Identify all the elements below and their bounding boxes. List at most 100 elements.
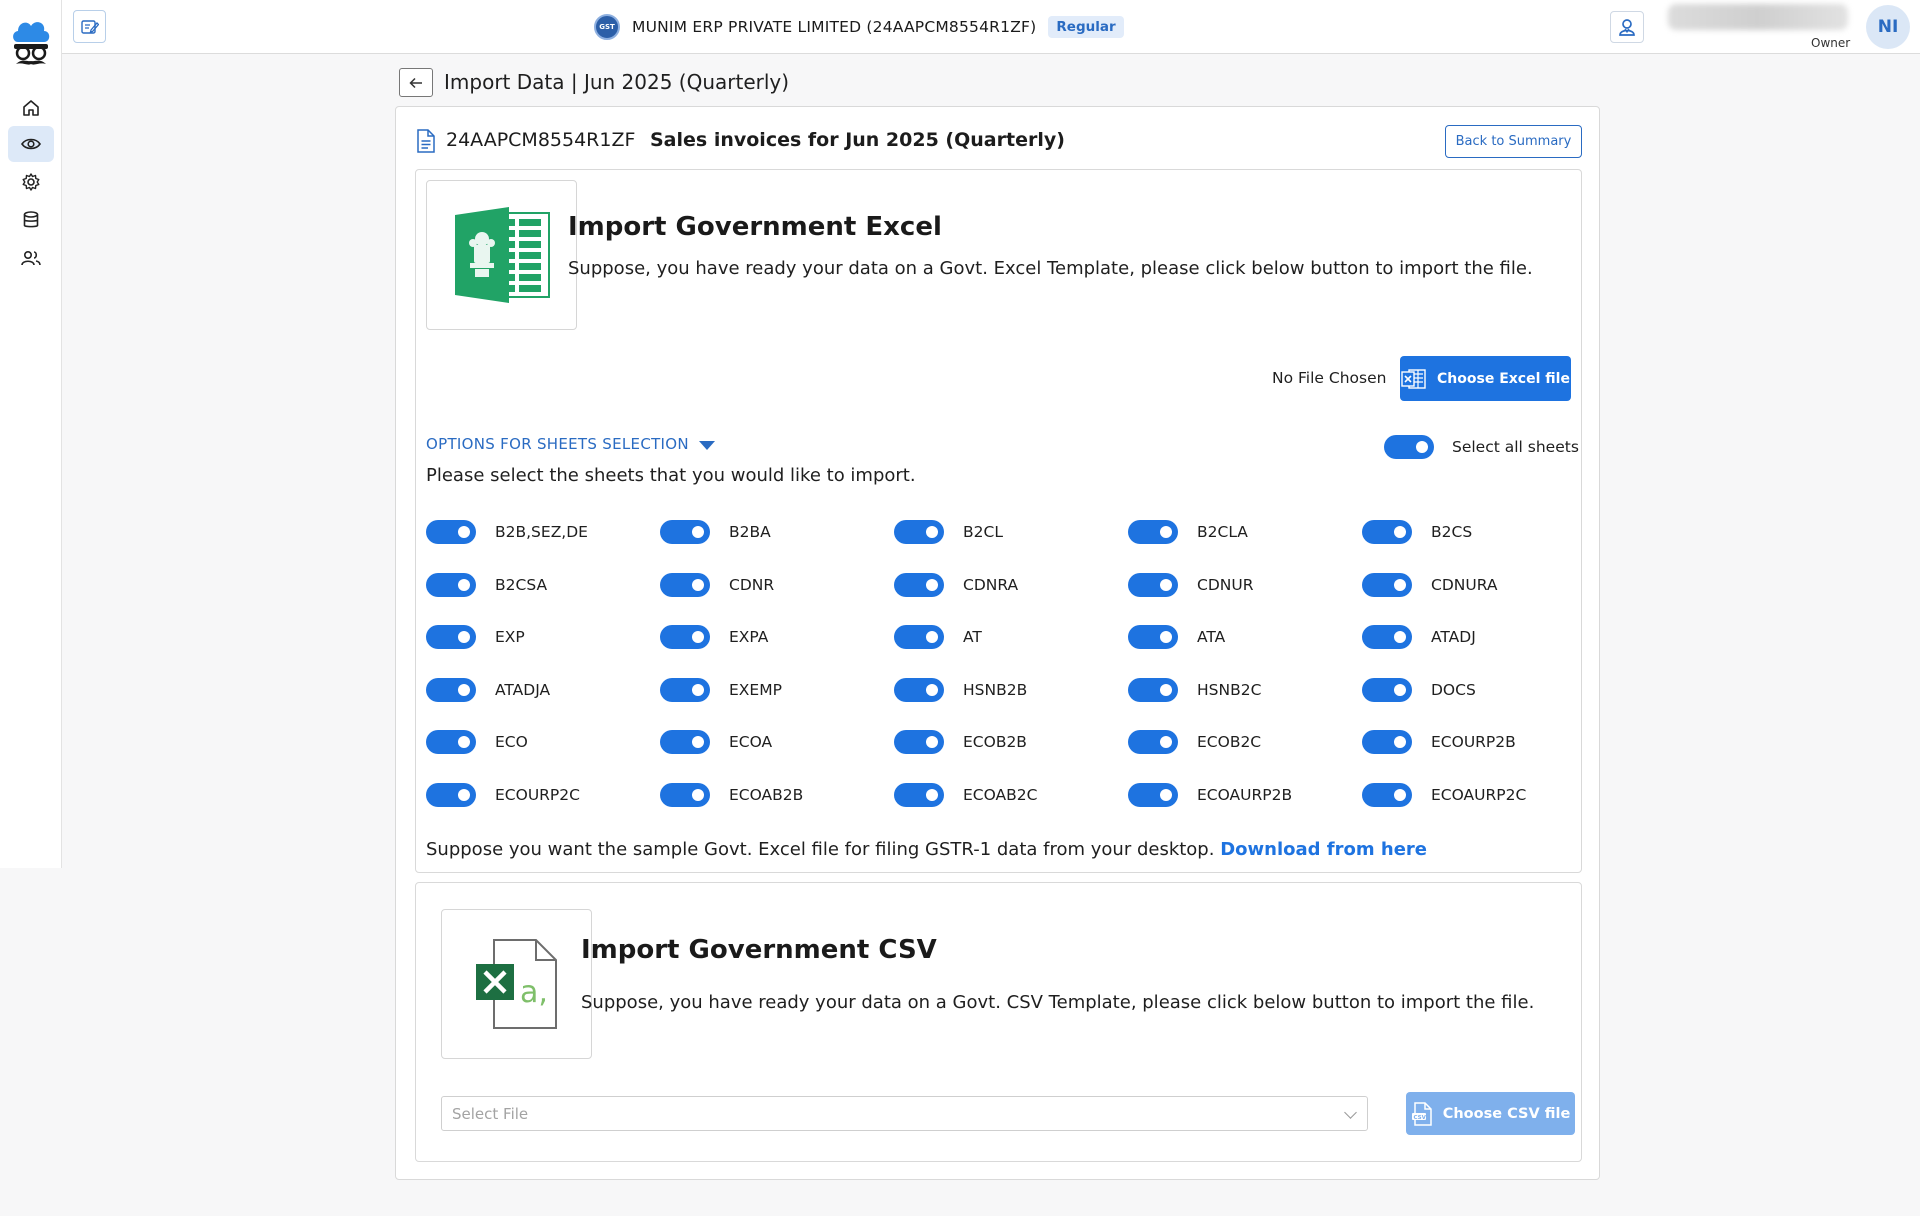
app-logo[interactable]: [10, 16, 52, 70]
sheet-item: ECOAB2C: [894, 782, 1128, 807]
sheet-item: B2BA: [660, 520, 894, 544]
sheet-toggle[interactable]: [1362, 625, 1412, 650]
import-container: 24AAPCM8554R1ZF Sales invoices for Jun 2…: [395, 106, 1600, 1180]
sheet-label: CDNR: [729, 575, 775, 594]
csv-import-card: a, Import Government CSV Suppose, you ha…: [415, 882, 1582, 1162]
sheet-item: DOCS: [1362, 677, 1596, 702]
sheet-item: EXPA: [660, 625, 894, 650]
download-sample-link[interactable]: Download from here: [1220, 839, 1427, 860]
database-icon: [23, 211, 39, 228]
select-file-placeholder: Select File: [452, 1104, 529, 1123]
sheet-toggle[interactable]: [1128, 782, 1178, 807]
sheet-options-toggle[interactable]: OPTIONS FOR SHEETS SELECTION: [426, 435, 715, 453]
sheet-item: EXEMP: [660, 677, 894, 702]
sheet-label: ECOB2C: [1197, 733, 1262, 752]
sheet-item: CDNURA: [1362, 572, 1596, 597]
sheet-toggle[interactable]: [426, 520, 476, 544]
sheet-toggle[interactable]: [1362, 677, 1412, 702]
sheet-toggle[interactable]: [660, 730, 710, 755]
sheet-toggle[interactable]: [660, 782, 710, 807]
sheet-toggle[interactable]: [894, 677, 944, 702]
sheet-toggle[interactable]: [426, 572, 476, 597]
govt-csv-icon: a,: [441, 909, 592, 1059]
sheet-toggle[interactable]: [426, 677, 476, 702]
page-title: Import Data | Jun 2025 (Quarterly): [444, 70, 790, 94]
sheet-item: ATADJA: [426, 677, 660, 702]
sheet-item: EXP: [426, 625, 660, 650]
company-info: GST MUNIM ERP PRIVATE LIMITED (24AAPCM85…: [594, 14, 1124, 40]
sheet-item: CDNRA: [894, 572, 1128, 597]
sheet-toggle[interactable]: [1128, 625, 1178, 650]
sheet-toggle[interactable]: [660, 572, 710, 597]
sheet-item: ECO: [426, 730, 660, 755]
sheet-label: ECOA: [729, 733, 773, 752]
sheet-toggle[interactable]: [894, 520, 944, 544]
sheet-toggle[interactable]: [1362, 782, 1412, 807]
users-icon: [21, 250, 41, 266]
sheet-item: ECOB2B: [894, 730, 1128, 755]
sheet-item: CDNR: [660, 572, 894, 597]
sheet-label: EXPA: [729, 628, 769, 647]
sheet-item: B2CS: [1362, 520, 1596, 544]
sheet-toggle[interactable]: [1362, 520, 1412, 544]
sheet-label: B2BA: [729, 523, 771, 541]
sheet-toggle[interactable]: [1128, 520, 1178, 544]
edit-notes-button[interactable]: [73, 10, 106, 43]
choose-csv-file-button[interactable]: CSV Choose CSV file: [1406, 1092, 1575, 1135]
sheet-label: B2B,SEZ,DE: [495, 523, 588, 541]
govt-excel-icon: [426, 180, 577, 330]
csv-file-select[interactable]: Select File: [441, 1096, 1368, 1131]
sheet-toggle[interactable]: [660, 625, 710, 650]
sheet-label: HSNB2B: [963, 680, 1028, 699]
choose-excel-label: Choose Excel file: [1437, 370, 1570, 387]
gear-icon: [22, 173, 40, 191]
chevron-down-icon: [1344, 1106, 1357, 1119]
excel-import-description: Suppose, you have ready your data on a G…: [568, 258, 1533, 279]
avatar[interactable]: NI: [1866, 5, 1910, 49]
sheet-item: HSNB2B: [894, 677, 1128, 702]
sheet-item: HSNB2C: [1128, 677, 1362, 702]
choose-excel-file-button[interactable]: Choose Excel file: [1400, 356, 1571, 401]
sidebar-item-view[interactable]: [8, 126, 54, 162]
select-all-sheets: Select all sheets: [1384, 435, 1579, 459]
sheet-toggle[interactable]: [894, 730, 944, 755]
sheet-toggle[interactable]: [1128, 677, 1178, 702]
sheet-toggle[interactable]: [426, 730, 476, 755]
file-status: No File Chosen: [1272, 369, 1387, 387]
select-all-toggle[interactable]: [1384, 435, 1434, 459]
gst-logo-icon: GST: [594, 14, 620, 40]
sheet-item: ECOAURP2C: [1362, 782, 1596, 807]
back-button[interactable]: [399, 68, 433, 97]
sheet-toggle[interactable]: [426, 782, 476, 807]
sheet-label: ECOAURP2C: [1431, 785, 1527, 804]
sheet-toggle[interactable]: [1128, 730, 1178, 755]
sheet-label: ECOURP2B: [1431, 733, 1516, 752]
sheet-label: B2CLA: [1197, 523, 1248, 541]
sheet-label: ECO: [495, 733, 528, 752]
sidebar-item-home[interactable]: [8, 90, 54, 126]
sheet-toggle[interactable]: [894, 572, 944, 597]
sheet-toggle[interactable]: [1362, 730, 1412, 755]
sheet-options-label: OPTIONS FOR SHEETS SELECTION: [426, 435, 689, 453]
sheet-toggle[interactable]: [660, 677, 710, 702]
sheet-item: ECOB2C: [1128, 730, 1362, 755]
user-name-blurred: [1668, 4, 1848, 30]
sidebar-item-users[interactable]: [8, 240, 54, 276]
user-profile-button[interactable]: [1610, 11, 1644, 43]
sheet-toggle[interactable]: [1362, 572, 1412, 597]
sheet-toggle[interactable]: [660, 520, 710, 544]
sheet-label: ECOAURP2B: [1197, 785, 1293, 804]
sheet-toggle[interactable]: [894, 782, 944, 807]
sheet-toggle[interactable]: [426, 625, 476, 650]
sheet-toggle[interactable]: [1128, 572, 1178, 597]
sheet-item: ATADJ: [1362, 625, 1596, 650]
sidebar-item-database[interactable]: [8, 202, 54, 238]
sheet-label: B2CL: [963, 523, 1003, 541]
sheet-toggle[interactable]: [894, 625, 944, 650]
sheet-label: ECOAB2C: [963, 785, 1038, 804]
sheet-label: B2CS: [1431, 523, 1473, 541]
sidebar-item-settings[interactable]: [8, 164, 54, 200]
excel-import-title: Import Government Excel: [568, 212, 942, 242]
back-to-summary-button[interactable]: Back to Summary: [1445, 125, 1582, 158]
excel-import-card: Import Government Excel Suppose, you hav…: [415, 169, 1582, 873]
